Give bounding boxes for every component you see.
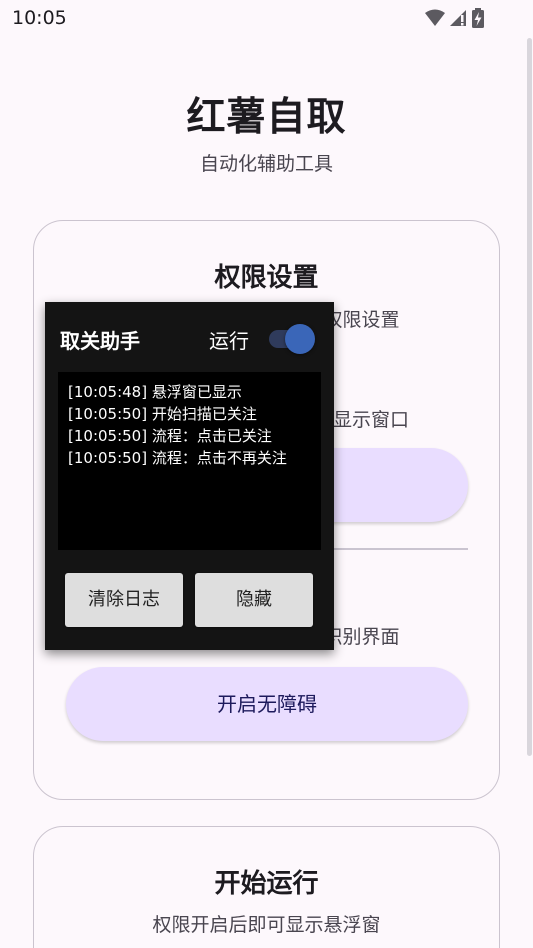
- start-card-title: 开始运行: [214, 869, 319, 899]
- hide-button[interactable]: 隐藏: [195, 573, 313, 627]
- run-toggle[interactable]: [269, 324, 315, 354]
- clear-log-button[interactable]: 清除日志: [65, 573, 183, 627]
- start-card-description: 权限开启后即可显示悬浮窗: [152, 914, 381, 936]
- signal-icon: [450, 10, 466, 26]
- log-line: [10:05:48] 悬浮窗已显示: [68, 383, 242, 401]
- log-line: [10:05:50] 开始扫描已关注: [68, 405, 257, 423]
- app-screen: 10:05 红薯自取 自动化辅助工具 权限设置 首次使用前请完成以下权限设置 悬…: [0, 0, 533, 948]
- app-subtitle: 自动化辅助工具: [199, 153, 333, 175]
- floating-helper-window[interactable]: 取关助手 运行 [10:05:48] 悬浮窗已显示 [10:05:50] 开始扫…: [45, 302, 334, 650]
- floating-window-title: 取关助手: [60, 329, 140, 353]
- log-panel[interactable]: [10:05:48] 悬浮窗已显示 [10:05:50] 开始扫描已关注 [10…: [58, 372, 321, 550]
- status-time: 10:05: [12, 7, 67, 29]
- run-label: 运行: [209, 329, 249, 353]
- enable-accessibility-button[interactable]: 开启无障碍: [66, 667, 468, 741]
- log-line: [10:05:50] 流程：点击不再关注: [68, 449, 287, 467]
- battery-charging-icon: [472, 8, 484, 28]
- permissions-card-title: 权限设置: [214, 263, 319, 293]
- run-toggle-thumb: [285, 324, 315, 354]
- start-card: 开始运行 权限开启后即可显示悬浮窗: [33, 826, 500, 948]
- status-icons: [425, 8, 484, 28]
- signal-alert-mark: [461, 15, 464, 22]
- app-title: 红薯自取: [186, 95, 347, 140]
- scrollbar[interactable]: [527, 38, 532, 756]
- log-line: [10:05:50] 流程：点击已关注: [68, 427, 272, 445]
- wifi-icon: [425, 9, 445, 26]
- status-bar: 10:05: [0, 0, 533, 36]
